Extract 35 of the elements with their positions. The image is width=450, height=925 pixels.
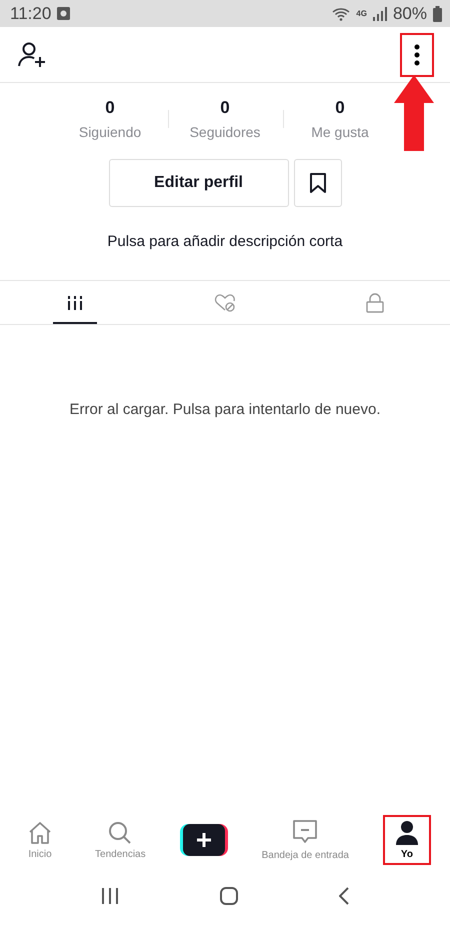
- wifi-icon: [332, 6, 350, 20]
- hidden-heart-icon: [214, 292, 236, 312]
- create-button[interactable]: [180, 824, 228, 856]
- network-type: 4G: [356, 10, 367, 18]
- search-icon: [107, 820, 134, 846]
- error-message[interactable]: Error al cargar. Pulsa para intentarlo de nuevo.: [0, 401, 450, 418]
- edit-profile-button[interactable]: Editar perfil: [108, 159, 288, 207]
- stat-count: 0: [335, 98, 345, 118]
- signal-icon: [372, 6, 387, 20]
- nav-tab[interactable]: Bandeja de entrada: [254, 814, 357, 866]
- lock-icon: [366, 292, 384, 312]
- stat-label: Siguiendo: [78, 124, 142, 140]
- bookmark-button[interactable]: [294, 159, 342, 207]
- person-icon: [394, 820, 419, 846]
- back-icon[interactable]: [339, 887, 350, 905]
- recent-apps-icon[interactable]: [100, 888, 119, 904]
- stat-label: Me gusta: [311, 124, 369, 140]
- stat-count: 0: [105, 98, 115, 118]
- stat-count: 0: [220, 98, 230, 118]
- add-bio-prompt[interactable]: Pulsa para añadir descripción corta: [0, 233, 450, 250]
- home-icon: [27, 820, 53, 846]
- battery-icon: [433, 6, 442, 22]
- add-friend-icon[interactable]: [18, 42, 46, 68]
- more-icon: [414, 44, 420, 66]
- clock: 11:20: [10, 4, 52, 24]
- home-button-icon[interactable]: [220, 887, 238, 905]
- bookmark-icon: [310, 173, 326, 193]
- stat-label: Seguidores: [190, 124, 260, 140]
- more-menu-button[interactable]: [400, 32, 434, 76]
- nav-tab[interactable]: Inicio: [19, 814, 61, 864]
- grid-icon: [67, 294, 83, 310]
- nav-tab[interactable]: Yo: [382, 814, 431, 864]
- battery-percent: 80%: [392, 4, 427, 24]
- notification-icon: [57, 7, 70, 20]
- nav-tab[interactable]: Tendencias: [87, 814, 154, 864]
